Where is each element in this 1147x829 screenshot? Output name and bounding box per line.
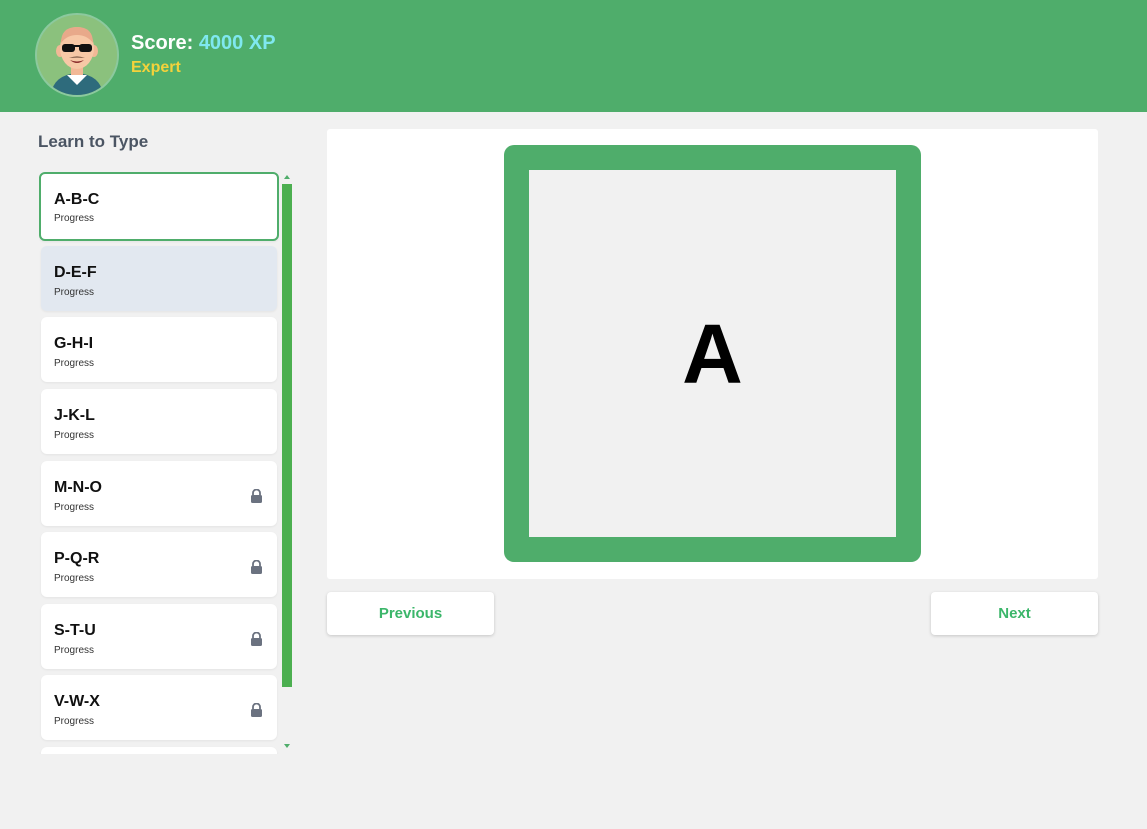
lesson-item-stu[interactable]: S-T-U Progress (41, 604, 277, 669)
lesson-name: P-Q-R (54, 550, 100, 567)
scroll-thumb[interactable] (282, 184, 292, 687)
header-bar: Score: 4000 XP Expert (0, 0, 1147, 112)
letter-card: A (327, 129, 1098, 579)
previous-button[interactable]: Previous (327, 592, 494, 635)
lesson-item-abc[interactable]: A-B-C Progress (39, 172, 279, 241)
lock-icon (251, 632, 262, 646)
letter-frame: A (504, 145, 921, 562)
lesson-list[interactable]: A-B-C Progress D-E-F Progress G-H-I Prog… (39, 172, 279, 754)
lesson-item-mno[interactable]: M-N-O Progress (41, 461, 277, 526)
lesson-name: D-E-F (54, 264, 97, 281)
score-value: 4000 XP (198, 32, 276, 54)
current-letter: A (682, 306, 743, 401)
lesson-name: M-N-O (54, 479, 102, 496)
lesson-progress: Progress (54, 430, 95, 441)
lock-icon (251, 703, 262, 717)
lesson-item-ghi[interactable]: G-H-I Progress (41, 317, 277, 382)
scroll-down-arrow-icon[interactable] (284, 744, 290, 748)
lesson-item-jkl[interactable]: J-K-L Progress (41, 389, 277, 454)
bald-man-sunglasses-icon (37, 15, 117, 95)
score-display: Score: 4000 XP (131, 32, 276, 55)
lesson-item-partial[interactable] (41, 747, 277, 754)
lesson-progress: Progress (54, 213, 95, 224)
avatar[interactable] (37, 15, 117, 95)
letter-display: A (529, 170, 896, 537)
lesson-progress: Progress (54, 502, 95, 513)
score-label: Score: (131, 32, 194, 54)
lesson-name: V-W-X (54, 693, 100, 710)
lesson-progress: Progress (54, 573, 95, 584)
lesson-progress: Progress (54, 358, 95, 369)
scroll-up-arrow-icon[interactable] (284, 175, 290, 179)
lock-icon (251, 489, 262, 503)
lesson-name: G-H-I (54, 335, 94, 352)
lesson-progress: Progress (54, 716, 95, 727)
next-button[interactable]: Next (931, 592, 1098, 635)
lesson-item-pqr[interactable]: P-Q-R Progress (41, 532, 277, 597)
lesson-name: S-T-U (54, 622, 96, 639)
sidebar-title: Learn to Type (38, 132, 149, 151)
lesson-item-vwx[interactable]: V-W-X Progress (41, 675, 277, 740)
lock-icon (251, 560, 262, 574)
lesson-list-scrollbar[interactable] (282, 175, 292, 750)
rank-label: Expert (131, 59, 181, 76)
lesson-name: A-B-C (54, 191, 100, 208)
lesson-progress: Progress (54, 645, 95, 656)
lesson-progress: Progress (54, 287, 95, 298)
lesson-item-def[interactable]: D-E-F Progress (41, 246, 277, 311)
lesson-name: J-K-L (54, 407, 95, 424)
